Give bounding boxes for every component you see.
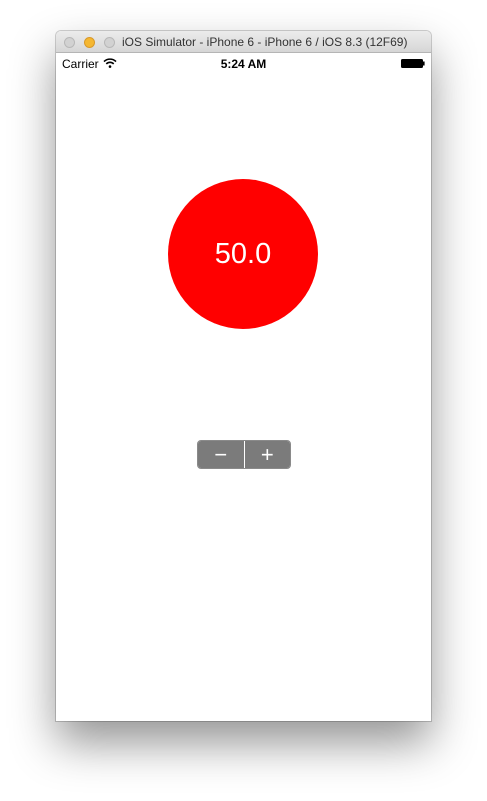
- decrement-button[interactable]: −: [198, 441, 244, 468]
- window-titlebar[interactable]: iOS Simulator - iPhone 6 - iPhone 6 / iO…: [56, 31, 431, 53]
- minimize-window-button[interactable]: [84, 37, 95, 48]
- ios-status-bar: Carrier 5:24 AM: [56, 53, 431, 73]
- increment-button[interactable]: +: [244, 441, 290, 468]
- status-time: 5:24 AM: [220, 57, 267, 71]
- value-stepper[interactable]: − +: [197, 440, 291, 469]
- close-window-button[interactable]: [64, 37, 75, 48]
- simulator-window: iOS Simulator - iPhone 6 - iPhone 6 / iO…: [56, 31, 431, 721]
- zoom-window-button[interactable]: [104, 37, 115, 48]
- plus-icon: +: [260, 441, 274, 467]
- minus-icon: −: [214, 441, 228, 467]
- value-circle: 50.0: [168, 179, 318, 329]
- window-title: iOS Simulator - iPhone 6 - iPhone 6 / iO…: [122, 35, 408, 49]
- value-label: 50.0: [214, 237, 272, 270]
- battery-icon: [401, 59, 425, 68]
